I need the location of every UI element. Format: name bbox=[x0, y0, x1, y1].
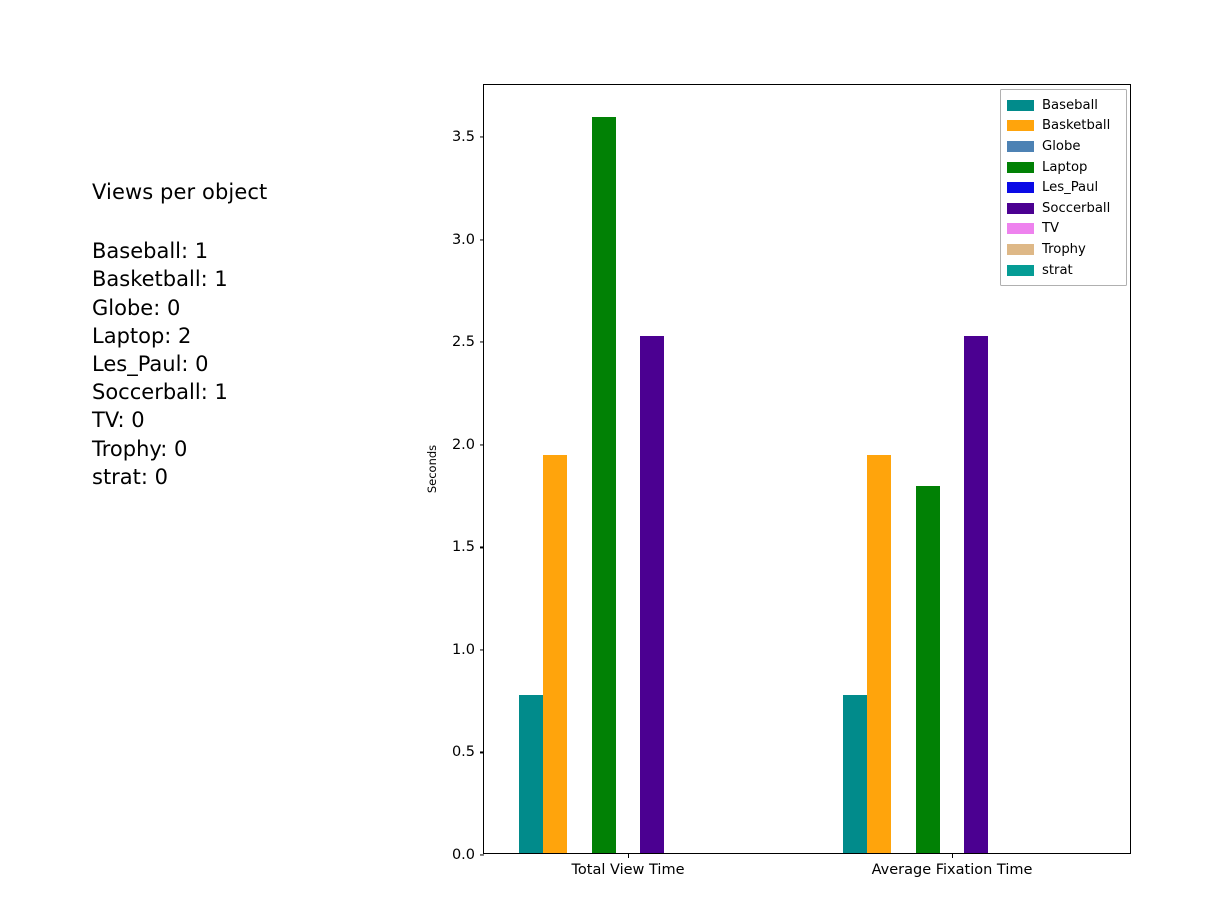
x-tick-mark bbox=[628, 853, 630, 858]
views-per-object-item: Globe: 0 bbox=[92, 295, 181, 320]
legend-color-swatch bbox=[1007, 120, 1034, 132]
matplotlib-figure: Views per object Baseball: 1 Basketball: … bbox=[0, 0, 1227, 905]
views-per-object-panel: Views per object Baseball: 1 Basketball: … bbox=[92, 180, 422, 491]
bar-soccerball-2 bbox=[964, 336, 989, 853]
y-tick-label: 3.5 bbox=[451, 129, 475, 146]
legend-item: Trophy bbox=[1007, 239, 1121, 260]
views-per-object-item: Les_Paul: 0 bbox=[92, 351, 209, 376]
legend-label: Trophy bbox=[1042, 241, 1086, 257]
x-tick-mark bbox=[952, 853, 954, 858]
legend-label: Soccerball bbox=[1042, 200, 1111, 216]
views-per-object-list: Baseball: 1 Basketball: 1 Globe: 0 Laptop: … bbox=[92, 237, 422, 491]
views-per-object-item: Basketball: 1 bbox=[92, 267, 228, 292]
bar-basketball-1 bbox=[543, 455, 568, 853]
views-per-object-item: Laptop: 2 bbox=[92, 323, 192, 348]
legend-label: Laptop bbox=[1042, 159, 1088, 175]
bar-baseball-1 bbox=[519, 695, 544, 853]
y-tick-label: 3.0 bbox=[451, 231, 475, 248]
views-per-object-item: Baseball: 1 bbox=[92, 239, 209, 264]
bar-baseball-2 bbox=[843, 695, 868, 853]
legend-color-swatch bbox=[1007, 264, 1034, 276]
y-tick-label: 0.0 bbox=[451, 847, 475, 863]
legend-item: Soccerball bbox=[1007, 198, 1121, 219]
x-tick-label: Total View Time bbox=[571, 862, 685, 878]
legend-color-swatch bbox=[1007, 243, 1034, 255]
bar-laptop-1 bbox=[591, 116, 616, 853]
legend-item: Laptop bbox=[1007, 157, 1121, 178]
legend-item: Basketball bbox=[1007, 116, 1121, 137]
views-per-object-item: TV: 0 bbox=[92, 408, 145, 433]
legend-label: TV bbox=[1042, 221, 1060, 237]
legend-item: Globe bbox=[1007, 136, 1121, 157]
legend-item: TV bbox=[1007, 219, 1121, 240]
legend-color-swatch bbox=[1007, 202, 1034, 214]
y-axis-label: Seconds bbox=[425, 444, 439, 494]
views-per-object-item: Trophy: 0 bbox=[92, 436, 188, 461]
legend-label: Les_Paul bbox=[1042, 180, 1099, 196]
y-tick-label: 2.5 bbox=[451, 334, 475, 351]
bar-basketball-2 bbox=[867, 455, 892, 853]
views-per-object-item: Soccerball: 1 bbox=[92, 380, 228, 405]
legend-item: Les_Paul bbox=[1007, 177, 1121, 198]
chart-legend: Baseball Basketball Globe Laptop Les_Paul Soc… bbox=[1000, 89, 1127, 287]
legend-label: Globe bbox=[1042, 138, 1081, 154]
legend-color-swatch bbox=[1007, 99, 1034, 111]
legend-item: Baseball bbox=[1007, 95, 1121, 116]
legend-label: strat bbox=[1042, 262, 1073, 278]
bar-laptop-2 bbox=[915, 485, 940, 853]
y-tick-label: 1.5 bbox=[451, 539, 475, 556]
legend-color-swatch bbox=[1007, 182, 1034, 194]
legend-color-swatch bbox=[1007, 223, 1034, 235]
legend-label: Baseball bbox=[1042, 97, 1098, 113]
legend-label: Basketball bbox=[1042, 118, 1111, 134]
y-tick-label: 1.0 bbox=[451, 641, 475, 658]
panel-title: Views per object bbox=[92, 180, 268, 204]
x-tick-label: Average Fixation Time bbox=[871, 862, 1033, 878]
views-per-object-item: strat: 0 bbox=[92, 464, 169, 489]
y-tick-label: 2.0 bbox=[451, 436, 475, 453]
bar-soccerball-1 bbox=[640, 336, 665, 853]
legend-color-swatch bbox=[1007, 140, 1034, 152]
y-tick-label: 0.5 bbox=[451, 744, 475, 761]
legend-item: strat bbox=[1007, 260, 1121, 281]
legend-color-swatch bbox=[1007, 161, 1034, 173]
